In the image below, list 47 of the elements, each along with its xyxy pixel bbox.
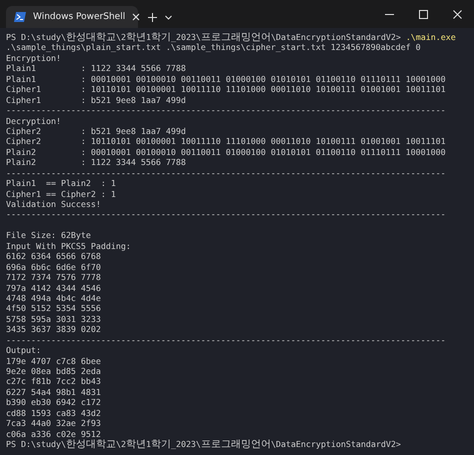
output-line: Cipher2 : b521 9ee8 1aa7 499d bbox=[6, 126, 186, 136]
maximize-icon[interactable] bbox=[418, 10, 428, 18]
output-line: .\sample_things\plain_start.txt .\sample_things\cipher_start.txt 1234567890abcdef 0 bbox=[6, 42, 421, 53]
chevron-down-icon[interactable] bbox=[165, 14, 172, 20]
output-line: Plain1 : 00010001 00100010 00110011 01000100 01010101 01100110 01110111 10001000 bbox=[6, 74, 446, 84]
output-line: ---------------------------------------------------------------------------------------- bbox=[6, 168, 446, 178]
output-line: 6162 6364 6566 6768 bbox=[6, 251, 101, 262]
powershell-icon bbox=[14, 12, 26, 22]
output-line: 5758 595a 3031 3233 bbox=[6, 314, 101, 324]
command-text: .\main.exe bbox=[404, 32, 456, 42]
output-line: Plain1 : 1122 3344 5566 7788 bbox=[6, 63, 186, 74]
output-line: ---------------------------------------------------------------------------------------- bbox=[6, 209, 446, 220]
output-line: 179e 4707 c7c8 6bee bbox=[6, 356, 101, 366]
plus-icon[interactable] bbox=[148, 12, 157, 22]
output-line: 797a 4142 4344 4546 bbox=[6, 282, 101, 293]
output-line: Output: bbox=[6, 345, 41, 356]
output-line: 7172 7374 7576 7778 bbox=[6, 272, 101, 282]
close-icon[interactable] bbox=[132, 13, 140, 21]
output-line: ---------------------------------------------------------------------------------------- bbox=[6, 334, 446, 346]
output-line: Cipher1 == Cipher2 : 1 bbox=[6, 188, 116, 199]
output-line: Cipher2 : 10110101 00100001 10011110 11101000 00011010 10100111 01001001 10011101 bbox=[6, 136, 446, 147]
output-line: 3435 3637 3839 0202 bbox=[6, 324, 101, 335]
output-line: 4748 494a 4b4c 4d4e bbox=[6, 292, 101, 304]
prompt-text: PS D:\study\한성대학교\2학년1학기_2023\프로그래밍언어\DataEncryptionStandardV2> bbox=[6, 32, 401, 42]
output-line: Cipher1 : b521 9ee8 1aa7 499d bbox=[6, 94, 186, 106]
output-line: Plain1 == Plain2 : 1 bbox=[6, 178, 116, 189]
terminal-tab[interactable]: Windows PowerShell bbox=[6, 6, 138, 28]
output-line: 7ca3 44a0 32ae 2f93 bbox=[6, 418, 101, 429]
output-line: ---------------------------------------------------------------------------------------- bbox=[6, 105, 446, 116]
output-line: Input With PKCS5 Padding: bbox=[6, 240, 131, 252]
output-line: Validation Success! bbox=[6, 199, 101, 210]
close-icon[interactable] bbox=[452, 10, 462, 18]
output-line: 696a 6b6c 6d6e 6f70 bbox=[6, 262, 101, 272]
output-line: 4f50 5152 5354 5556 bbox=[6, 303, 101, 314]
output-line: File Size: 62Byte bbox=[6, 230, 91, 241]
output-line: c06a a336 c02e 9512 bbox=[6, 428, 101, 440]
output-line: 6227 54a4 98b1 4831 bbox=[6, 386, 101, 398]
output-line: 9e2e 08ea bd85 2eda bbox=[6, 366, 101, 376]
output-line: c27c f81b 7cc2 bb43 bbox=[6, 376, 101, 387]
output-line: Encryption! bbox=[6, 52, 61, 64]
output-line: cd88 1593 ca83 43d2 bbox=[6, 408, 101, 418]
output-line: Plain2 : 00010001 00100010 00110011 01000100 01010101 01100110 01110111 10001000 bbox=[6, 146, 446, 158]
output-line: Cipher1 : 10110101 00100001 10011110 11101000 00011010 10100111 01001001 10011101 bbox=[6, 84, 446, 95]
prompt-text: PS D:\study\한성대학교\2학년1학기_2023\프로그래밍언어\DataEncryptionStandardV2> bbox=[6, 439, 401, 450]
output-line: Decryption! bbox=[6, 116, 61, 126]
output-line: b390 eb30 6942 c172 bbox=[6, 397, 101, 408]
output-line: Plain2 : 1122 3344 5566 7788 bbox=[6, 157, 186, 168]
